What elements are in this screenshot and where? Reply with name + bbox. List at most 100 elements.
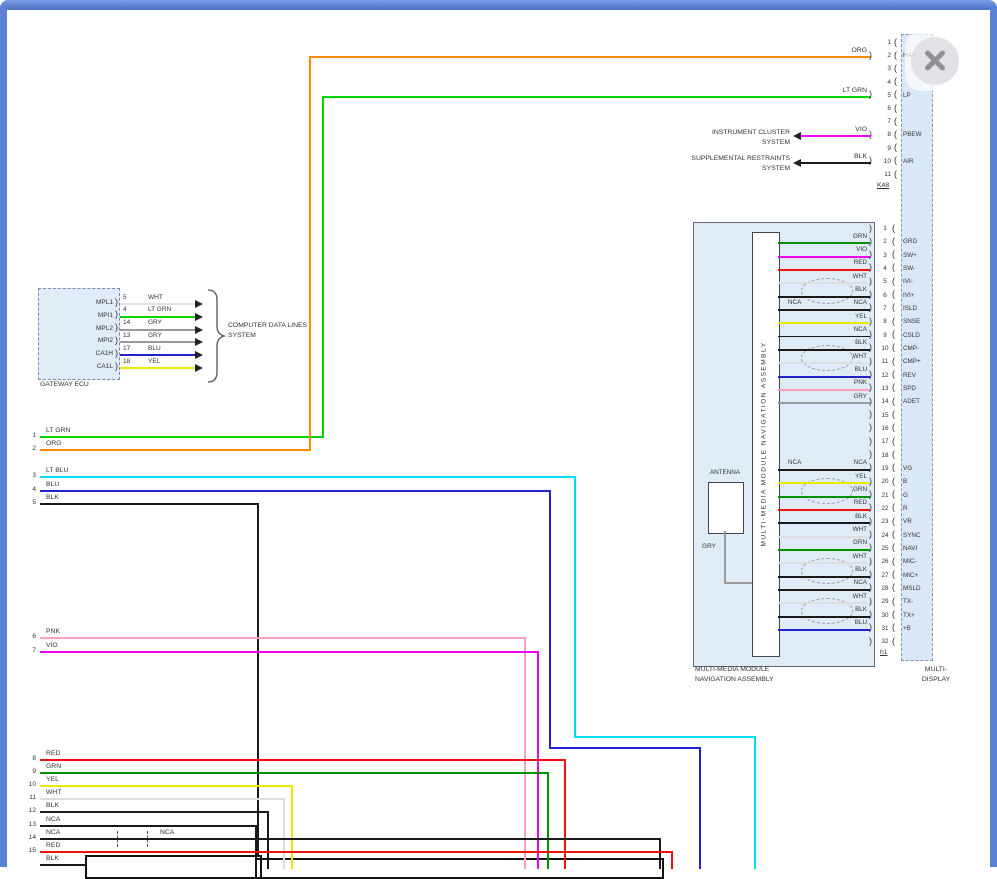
pin-bracket: ( <box>894 156 897 165</box>
mmm-wire-pin-2 <box>778 242 870 244</box>
pin-bracket: ) <box>869 570 872 579</box>
pin-bracket: ) <box>869 477 872 486</box>
gateway-pin-number: 14 <box>123 320 130 327</box>
wire-arrow-icon <box>195 326 203 334</box>
pin-bracket: ( <box>892 543 895 552</box>
wire-4-blu <box>699 747 701 869</box>
pin-bracket: ) <box>115 310 118 319</box>
pin-bracket: ( <box>894 90 897 99</box>
display-pin-number: 8 <box>887 132 891 139</box>
display-pin-number: 15 <box>881 413 888 420</box>
wire-color-label: GRY <box>702 544 716 551</box>
mmm-wire-pin-9 <box>778 336 870 337</box>
gateway-wire-yel <box>120 367 195 369</box>
window-border-right <box>990 8 997 867</box>
left-pin-number: 13 <box>29 822 36 829</box>
wire-arrow-icon <box>195 364 203 372</box>
wire-color-label: BLK <box>855 340 867 347</box>
pin-bracket: ) <box>869 410 872 419</box>
display-pin-label: ISLD <box>903 306 917 313</box>
wire-14-nca <box>659 838 660 868</box>
pin-bracket: ( <box>892 557 895 566</box>
wire-3-lt-blu <box>575 736 755 738</box>
wire-vio <box>801 135 871 137</box>
pin-bracket: ( <box>892 423 895 432</box>
wire-2-org <box>310 56 871 58</box>
component-box-bottom-left <box>85 855 262 879</box>
pin-bracket: ( <box>892 250 895 259</box>
wire-color-label: LT GRN <box>843 87 867 94</box>
display-pin-label: LP <box>903 93 911 100</box>
wire-color-label: VIO <box>46 642 58 649</box>
wire-14-nca <box>40 838 660 839</box>
display-pin-label: +B <box>903 626 911 633</box>
wire-color-label: NCA <box>854 580 867 587</box>
pin-bracket: ) <box>869 224 872 233</box>
connector-id: h1 <box>880 649 888 656</box>
mmm-wire-pin-25 <box>778 549 870 551</box>
wire-color-label: ORG <box>46 440 61 447</box>
wire-color-label: YEL <box>46 776 59 783</box>
display-pin-label: SW+ <box>903 253 917 260</box>
wire-1-lt-grn <box>40 436 323 438</box>
display-pin-number: 16 <box>881 426 888 433</box>
display-pin-number: 6 <box>887 106 891 113</box>
gateway-pin-number: 13 <box>123 333 130 340</box>
wire-color-label: NCA <box>46 829 60 836</box>
mmm-wire-pin-8 <box>778 322 870 324</box>
mmm-caption: MULTI-MEDIA MODULE <box>695 666 769 673</box>
wire-10-yel <box>40 785 292 787</box>
pin-bracket: ) <box>869 317 872 326</box>
display-pin-number: 21 <box>881 493 888 500</box>
display-pin-label: CMP- <box>903 346 919 353</box>
pin-bracket: ( <box>894 38 897 47</box>
pin-bracket: ) <box>869 263 872 272</box>
window-title-bar[interactable] <box>0 0 997 10</box>
pin-bracket: ) <box>869 237 872 246</box>
mmm-wire-pin-6 <box>778 296 870 298</box>
wire-color-label: RED <box>46 842 60 849</box>
wire-1-lt-grn <box>323 96 871 98</box>
display-pin-label: VR <box>903 519 912 526</box>
pin-bracket: ( <box>894 64 897 73</box>
wire-color-label: WHT <box>853 527 867 534</box>
wire-9-grn <box>547 772 549 869</box>
antenna-label: ANTENNA <box>710 470 740 477</box>
mmm-wire-pin-21 <box>778 496 870 498</box>
pin-bracket: ) <box>869 397 872 406</box>
pin-bracket: ) <box>115 323 118 332</box>
pin-bracket: ) <box>869 90 872 99</box>
system-label: SYSTEM <box>762 165 790 172</box>
pin-bracket: ( <box>892 370 895 379</box>
pin-bracket: ) <box>869 530 872 539</box>
display-pin-number: 23 <box>881 519 888 526</box>
left-pin-number: 1 <box>32 433 36 440</box>
mmm-wire-pin-14 <box>778 402 870 404</box>
display-pin-number: 19 <box>881 466 888 473</box>
display-pin-number: 26 <box>881 559 888 566</box>
wire-arrow-icon <box>195 300 203 308</box>
mmm-wire-pin-29 <box>778 602 870 604</box>
wire-x-blk <box>40 864 85 866</box>
wire-color-label: NCA <box>46 816 60 823</box>
display-pin-label: B <box>903 479 907 486</box>
display-pin-label: SYNC <box>903 533 921 540</box>
left-pin-number: 4 <box>32 487 36 494</box>
close-button[interactable] <box>911 37 959 85</box>
pin-bracket: ( <box>892 623 895 632</box>
wire-12-blk <box>267 811 269 869</box>
left-pin-number: 15 <box>29 848 36 855</box>
wire-3-lt-blu <box>40 476 575 478</box>
pin-bracket: ( <box>892 530 895 539</box>
display-pin-number: 7 <box>887 119 891 126</box>
display-pin-number: 6 <box>883 293 887 300</box>
wire-color-label: NCA <box>854 327 867 334</box>
wire-5-blk <box>257 503 259 857</box>
wire-color-label: BLK <box>46 855 59 862</box>
wire-color-label: BLU <box>46 481 59 488</box>
display-pin-number: 2 <box>883 239 887 246</box>
wire-5-blk <box>40 503 258 505</box>
wire-color-label: GRN <box>853 540 867 547</box>
display-pin-label: NAVI <box>903 546 917 553</box>
left-pin-number: 12 <box>29 808 36 815</box>
